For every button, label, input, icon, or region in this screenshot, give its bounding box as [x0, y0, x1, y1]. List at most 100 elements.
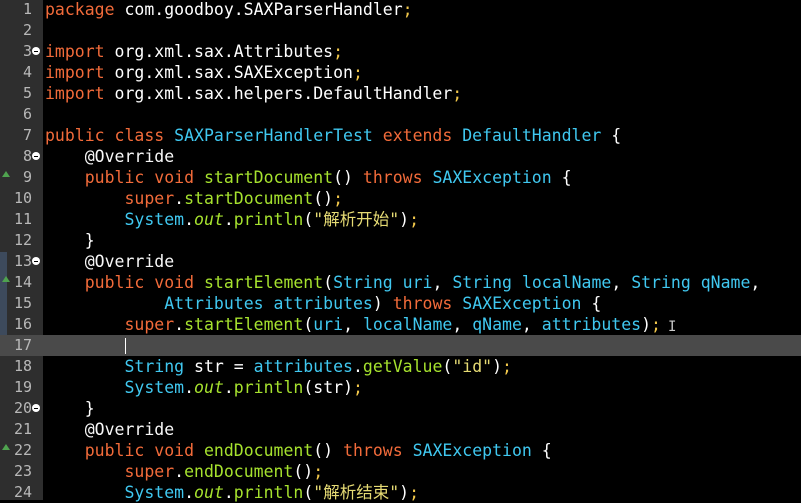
code-line[interactable]: 5 import org.xml.sax.helpers.DefaultHandl… — [0, 83, 801, 104]
code-line[interactable]: 12 } — [0, 230, 801, 251]
code-line[interactable]: 22 public void endDocument() throws SAXE… — [0, 440, 801, 461]
override-indicator-icon[interactable] — [2, 171, 10, 177]
code-text[interactable]: @Override — [45, 146, 174, 167]
code-line[interactable]: 16 super.startElement(uri, localName, qN… — [0, 314, 801, 335]
code-text[interactable]: @Override — [45, 419, 174, 440]
code-line[interactable]: 13 @Override — [0, 251, 801, 272]
override-indicator-icon[interactable] — [2, 444, 10, 450]
code-token: str = — [184, 357, 254, 376]
code-token: startElement — [203, 273, 324, 292]
line-number: 8 — [22, 147, 32, 165]
fold-collapse-icon[interactable] — [32, 404, 40, 412]
code-token: import — [45, 84, 105, 103]
code-token: uri — [392, 273, 433, 292]
code-line[interactable]: 2 — [0, 20, 801, 41]
code-token: . — [223, 483, 234, 502]
code-token: ; — [402, 0, 413, 19]
code-text[interactable]: super.startDocument(); — [45, 188, 343, 209]
line-number: 15 — [13, 294, 32, 312]
code-line[interactable]: 23 super.endDocument(); — [0, 461, 801, 482]
code-text[interactable]: import org.xml.sax.helpers.DefaultHandle… — [45, 83, 462, 104]
code-token: , — [521, 315, 542, 334]
code-text[interactable]: import org.xml.sax.SAXException; — [45, 62, 363, 83]
code-token: . — [174, 189, 185, 208]
code-token: SAXParserHandlerTest — [174, 126, 373, 145]
code-line[interactable]: 10 super.startDocument(); — [0, 188, 801, 209]
line-number: 1 — [22, 0, 32, 18]
code-line[interactable]: 20 } — [0, 398, 801, 419]
code-token: throws — [343, 441, 413, 460]
fold-collapse-icon[interactable] — [32, 257, 40, 265]
code-token: ) — [399, 483, 410, 502]
code-line[interactable]: 8 @Override — [0, 146, 801, 167]
code-text[interactable]: super.startElement(uri, localName, qName… — [45, 314, 661, 335]
code-text[interactable]: public void endDocument() throws SAXExce… — [45, 440, 552, 461]
code-line[interactable]: 9 public void startDocument() throws SAX… — [0, 167, 801, 188]
code-token: ; — [409, 210, 420, 229]
code-line[interactable]: 15 Attributes attributes) throws SAXExce… — [0, 293, 801, 314]
code-text[interactable]: String str = attributes.getValue("id"); — [45, 356, 512, 377]
code-token: String — [452, 273, 512, 292]
line-number: 19 — [13, 378, 32, 396]
code-token: ) — [641, 315, 652, 334]
code-token: println — [233, 483, 304, 502]
code-line[interactable]: 7 public class SAXParserHandlerTest exten… — [0, 125, 801, 146]
code-text[interactable]: } — [45, 230, 95, 251]
code-token: out — [194, 378, 224, 397]
code-line[interactable]: 4 import org.xml.sax.SAXException; — [0, 62, 801, 83]
code-token: getValue — [362, 357, 443, 376]
code-token: ) — [399, 210, 410, 229]
override-indicator-icon[interactable] — [2, 276, 10, 282]
code-text[interactable]: System.out.println("解析开始"); — [45, 209, 419, 230]
code-token: ; — [313, 462, 324, 481]
code-token: "解析开始" — [313, 210, 400, 229]
code-token: ( — [442, 357, 453, 376]
code-token: ; — [502, 357, 512, 376]
line-number: 7 — [22, 126, 32, 144]
code-line[interactable]: 19 System.out.println(str); — [0, 377, 801, 398]
code-token: qName — [690, 273, 751, 292]
code-token: import — [45, 42, 105, 61]
code-token: org.xml.sax.helpers.DefaultHandler — [104, 84, 453, 103]
code-token: . — [174, 315, 185, 334]
code-token: org.xml.sax.Attributes — [104, 42, 334, 61]
code-text[interactable]: public void startElement(String uri, Str… — [45, 272, 761, 293]
code-text[interactable]: System.out.println(str); — [45, 377, 362, 398]
code-line[interactable]: 18 String str = attributes.getValue("id"… — [0, 356, 801, 377]
code-editor[interactable]: 1 package com.goodboy.SAXParserHandler; 2 3… — [0, 0, 801, 502]
code-token: @Override — [84, 147, 175, 166]
code-line[interactable]: 14 public void startElement(String uri, … — [0, 272, 801, 293]
code-line[interactable]: 1 package com.goodboy.SAXParserHandler; — [0, 0, 801, 20]
code-text[interactable]: Attributes attributes) throws SAXExcepti… — [45, 293, 601, 314]
line-number: 23 — [13, 462, 32, 480]
fold-collapse-icon[interactable] — [32, 47, 40, 55]
i-beam-cursor-icon: I — [668, 319, 677, 335]
code-token: { — [531, 441, 552, 460]
code-line[interactable]: 21 @Override — [0, 419, 801, 440]
code-line[interactable]: 17 — [0, 335, 801, 356]
code-token: () — [313, 189, 334, 208]
code-text[interactable]: public class SAXParserHandlerTest extend… — [45, 125, 621, 146]
code-text[interactable]: super.endDocument(); — [45, 461, 323, 482]
code-text[interactable]: import org.xml.sax.Attributes; — [45, 41, 343, 62]
code-text[interactable]: @Override — [45, 251, 174, 272]
code-token: System — [124, 483, 185, 502]
fold-collapse-icon[interactable] — [32, 152, 40, 160]
code-token: ( — [303, 315, 314, 334]
code-line[interactable]: 6 — [0, 104, 801, 125]
code-token: . — [223, 210, 234, 229]
code-text[interactable]: } — [45, 398, 95, 419]
code-line[interactable]: 3 import org.xml.sax.Attributes; — [0, 41, 801, 62]
code-text[interactable]: public void startDocument() throws SAXEx… — [45, 167, 572, 188]
code-line[interactable]: 11 System.out.println("解析开始"); — [0, 209, 801, 230]
code-token: "解析结束" — [313, 483, 400, 502]
code-text[interactable]: package com.goodboy.SAXParserHandler; — [45, 0, 413, 20]
